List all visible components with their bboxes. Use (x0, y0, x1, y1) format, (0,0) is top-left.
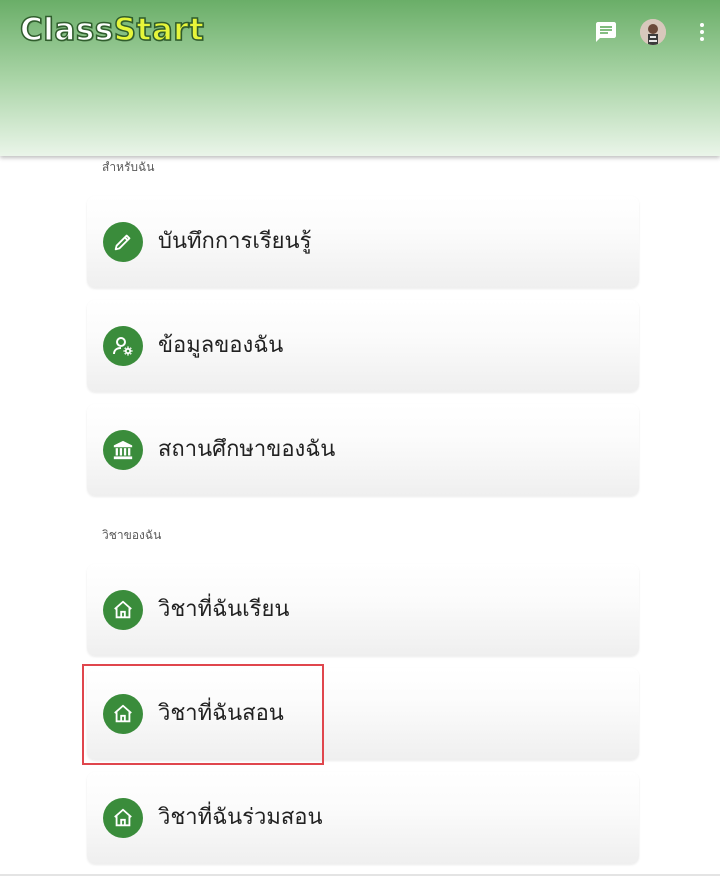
section-label-my-courses: วิชาของฉัน (102, 528, 162, 542)
more-vert-icon (700, 23, 704, 41)
menu-item-courses-i-teach[interactable]: วิชาที่ฉันสอน (87, 668, 639, 760)
menu-item-label: วิชาที่ฉันเรียน (158, 597, 290, 622)
chat-icon (596, 22, 616, 42)
avatar[interactable] (640, 19, 666, 45)
app-header: ClassStart (0, 0, 720, 156)
menu-icon-circle (103, 222, 143, 262)
logo-text-start: Start (113, 11, 205, 49)
menu-item-courses-i-coteach[interactable]: วิชาที่ฉันร่วมสอน (87, 772, 639, 864)
user-settings-icon (113, 337, 133, 356)
avatar-image (640, 19, 666, 45)
home-icon (114, 808, 132, 827)
menu-icon-circle (103, 590, 143, 630)
home-icon (114, 704, 132, 723)
menu-icon-circle (103, 694, 143, 734)
more-options-button[interactable] (690, 20, 714, 44)
classstart-logo[interactable]: ClassStart (19, 11, 205, 49)
logo-text-class: Class (19, 11, 114, 49)
menu-item-learning-journal[interactable]: บันทึกการเรียนรู้ (87, 196, 639, 288)
home-icon (114, 600, 132, 619)
pencil-icon (114, 234, 131, 251)
menu-item-courses-i-study[interactable]: วิชาที่ฉันเรียน (87, 564, 639, 656)
menu-item-label: ข้อมูลของฉัน (158, 333, 284, 358)
menu-icon-circle (103, 326, 143, 366)
menu-icon-circle (103, 430, 143, 470)
menu-item-label: วิชาที่ฉันสอน (158, 701, 284, 726)
menu-icon-circle (103, 798, 143, 838)
menu-item-my-institution[interactable]: สถานศึกษาของฉัน (87, 404, 639, 496)
chat-button[interactable] (594, 20, 618, 44)
main-content: สำหรับฉัน บันทึกการเรียนรู้ ข้อมูลของฉัน… (0, 156, 720, 876)
menu-item-label: สถานศึกษาของฉัน (158, 437, 336, 462)
section-label-for-me: สำหรับฉัน (102, 160, 155, 174)
menu-item-label: วิชาที่ฉันร่วมสอน (158, 805, 323, 830)
menu-item-label: บันทึกการเรียนรู้ (158, 229, 312, 254)
menu-item-my-profile[interactable]: ข้อมูลของฉัน (87, 300, 639, 392)
institution-icon (113, 440, 133, 460)
